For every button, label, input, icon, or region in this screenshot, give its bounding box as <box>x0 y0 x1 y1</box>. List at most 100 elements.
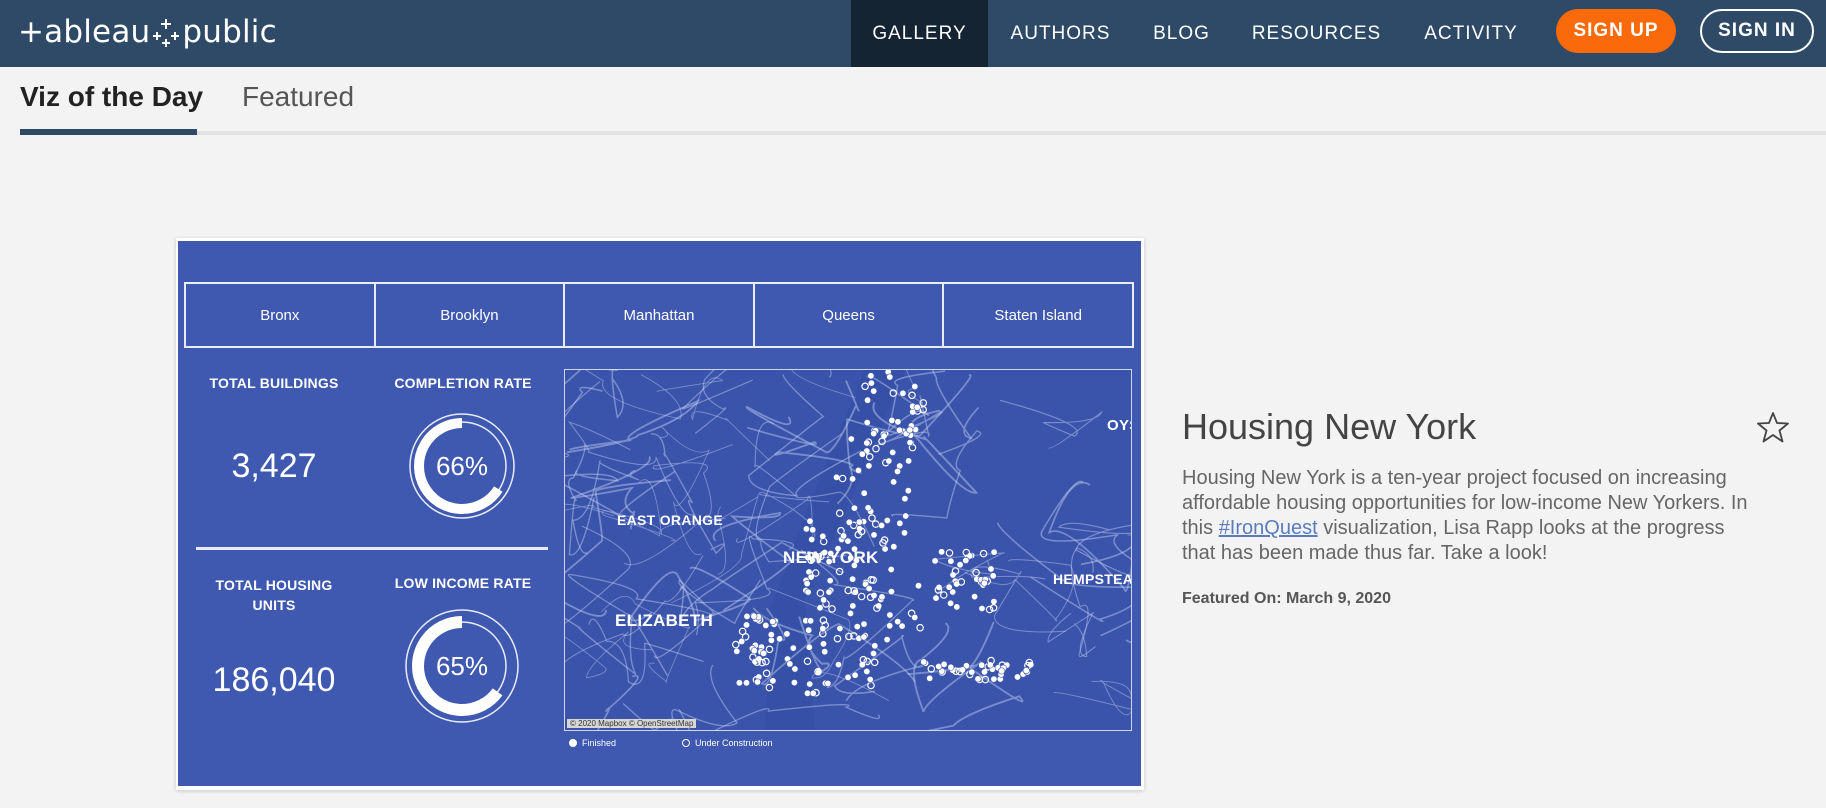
housing-point <box>743 621 751 629</box>
nav-resources[interactable]: RESOURCES <box>1245 0 1388 67</box>
housing-point <box>890 478 898 486</box>
housing-point <box>836 625 844 633</box>
housing-point <box>962 557 970 565</box>
favorite-star-icon[interactable] <box>1756 410 1790 444</box>
map-road <box>1053 680 1131 716</box>
housing-point <box>1022 666 1030 674</box>
housing-point <box>860 633 868 641</box>
housing-point <box>870 387 878 395</box>
housing-point <box>872 444 880 453</box>
logo-text-right: public <box>182 14 277 50</box>
housing-point <box>807 617 815 625</box>
map-road <box>567 421 695 516</box>
map-label-oyster-bay: OYS <box>1107 417 1131 434</box>
sign-in-button[interactable]: SIGN IN <box>1700 9 1814 53</box>
housing-point <box>750 612 758 620</box>
map-road <box>833 634 925 702</box>
nyc-map: EAST ORANGE ELIZABETH NEW YORK HEMPSTEA … <box>564 369 1132 731</box>
housing-point <box>953 603 961 611</box>
viz-thumbnail[interactable]: Bronx Brooklyn Manhattan Queens Staten I… <box>178 241 1141 786</box>
housing-point <box>883 517 891 525</box>
housing-point <box>901 495 909 503</box>
housing-point <box>869 649 877 657</box>
housing-point <box>824 679 832 687</box>
housing-point <box>789 644 797 652</box>
housing-point <box>956 561 964 569</box>
housing-point <box>905 457 913 465</box>
housing-point <box>887 588 895 596</box>
housing-point <box>806 680 814 688</box>
map-road <box>610 370 624 419</box>
map-label-new-york: NEW YORK <box>783 548 879 567</box>
map-label-elizabeth: ELIZABETH <box>615 611 714 630</box>
housing-point <box>849 575 857 583</box>
featured-on-date: Featured On: March 9, 2020 <box>1182 590 1391 607</box>
borough-staten-island: Staten Island <box>994 306 1082 324</box>
low-income-label: LOW INCOME RATE <box>394 575 532 591</box>
housing-point <box>809 689 817 697</box>
housing-point <box>894 618 902 626</box>
housing-point <box>849 602 857 610</box>
housing-point <box>868 514 876 522</box>
housing-point <box>920 658 928 666</box>
housing-point <box>791 665 799 673</box>
housing-point <box>826 577 834 585</box>
housing-point <box>819 625 827 633</box>
borough-filter-row: Bronx Brooklyn Manhattan Queens Staten I… <box>184 282 1134 348</box>
housing-point <box>863 439 871 447</box>
housing-point <box>821 648 829 656</box>
nav-activity[interactable]: ACTIVITY <box>1416 0 1526 67</box>
housing-point <box>809 526 817 534</box>
housing-point <box>871 520 880 528</box>
housing-point <box>866 675 874 683</box>
housing-point <box>886 373 894 381</box>
housing-point <box>803 580 811 588</box>
sparkle-icon <box>151 15 181 49</box>
nav-authors[interactable]: AUTHORS <box>998 0 1123 67</box>
housing-point <box>978 605 986 613</box>
housing-point <box>743 679 751 687</box>
map-attribution: © 2020 Mapbox © OpenStreetMap <box>567 719 697 728</box>
map-road <box>999 399 1104 449</box>
housing-point <box>990 675 998 683</box>
top-nav-bar: +ableau public GALLERY AUTHORS BLOG RESO… <box>0 0 1826 67</box>
legend-finished-label: Finished <box>582 738 617 748</box>
housing-point <box>769 677 777 685</box>
housing-point <box>802 525 810 533</box>
housing-point <box>894 418 902 426</box>
map-road <box>566 398 701 454</box>
housing-point <box>844 537 852 545</box>
tab-viz-of-the-day[interactable]: Viz of the Day <box>20 81 203 113</box>
housing-point <box>990 548 998 556</box>
ironquest-link[interactable]: #IronQuest <box>1219 517 1318 539</box>
finished-dot-icon <box>569 739 577 747</box>
housing-point <box>893 467 901 475</box>
completion-rate-value: 66% <box>436 451 488 481</box>
housing-point <box>750 647 758 655</box>
housing-point <box>968 668 976 676</box>
housing-point <box>853 623 861 631</box>
nav-blog[interactable]: BLOG <box>1140 0 1223 67</box>
viz-title[interactable]: Housing New York <box>1182 406 1476 448</box>
housing-point <box>743 612 751 620</box>
housing-point <box>883 636 891 644</box>
legend-under-construction-label: Under Construction <box>695 738 773 748</box>
housing-point <box>927 664 936 673</box>
housing-point <box>985 605 994 614</box>
sign-up-button[interactable]: SIGN UP <box>1556 9 1676 53</box>
housing-point <box>914 582 922 590</box>
housing-point <box>911 613 919 621</box>
housing-point <box>776 635 784 643</box>
housing-point <box>938 548 946 556</box>
map-road <box>565 370 618 385</box>
housing-point <box>769 618 777 626</box>
housing-point <box>863 667 871 675</box>
housing-point <box>906 426 914 434</box>
nav-gallery[interactable]: GALLERY <box>851 0 988 67</box>
completion-rate-label: COMPLETION RATE <box>394 375 532 391</box>
tab-featured[interactable]: Featured <box>242 81 354 113</box>
tableau-public-logo[interactable]: +ableau public <box>18 10 277 54</box>
housing-point <box>940 660 948 668</box>
housing-point <box>854 466 862 474</box>
housing-point <box>945 583 953 591</box>
